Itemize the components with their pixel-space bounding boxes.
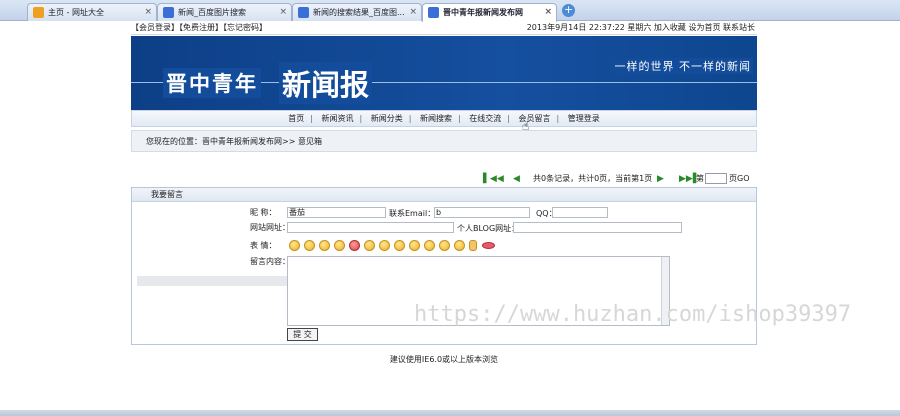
qq-input[interactable] bbox=[552, 207, 608, 218]
close-icon[interactable]: × bbox=[144, 7, 152, 17]
nav-home[interactable]: 首页 bbox=[288, 114, 304, 123]
tab-label: 主页 - 网址大全 bbox=[48, 8, 104, 17]
emoticon-grin-icon[interactable] bbox=[304, 240, 315, 251]
emoticon-sad-icon[interactable] bbox=[409, 240, 420, 251]
blog-input[interactable] bbox=[513, 222, 682, 233]
tab-label: 新闻_百度图片搜索 bbox=[178, 8, 246, 17]
emoticon-thumb-icon[interactable] bbox=[469, 240, 477, 251]
baidu-icon bbox=[163, 7, 174, 18]
tab-label: 晋中青年报新闻发布网 bbox=[443, 8, 523, 17]
close-icon[interactable]: × bbox=[544, 7, 552, 17]
page-number-input[interactable] bbox=[705, 173, 727, 184]
new-tab-button[interactable]: + bbox=[562, 4, 575, 17]
member-links[interactable]: 【会员登录】【免费注册】【忘记密码】 bbox=[131, 21, 267, 35]
email-input[interactable]: b bbox=[434, 207, 530, 218]
emoticon-label: 表 情： bbox=[250, 241, 277, 250]
breadcrumb: 您现在的位置：晋中青年报新闻发布网>> 意见箱 bbox=[131, 130, 757, 152]
close-icon[interactable]: × bbox=[279, 7, 287, 17]
page-label-pre: 第 bbox=[696, 174, 704, 183]
blog-label: 个人BLOG网址： bbox=[457, 224, 520, 233]
nickname-input[interactable]: 番茄 bbox=[287, 207, 386, 218]
website-label: 网站网址： bbox=[250, 223, 290, 232]
website-input[interactable] bbox=[287, 222, 454, 233]
nav-chat[interactable]: 在线交流 bbox=[469, 114, 501, 123]
close-icon[interactable]: × bbox=[409, 7, 417, 17]
taskbar bbox=[0, 410, 900, 416]
emoticon-smile-icon[interactable] bbox=[289, 240, 300, 251]
tab-label: 新闻的搜索结果_百度图... bbox=[313, 8, 405, 17]
emoticon-cool-icon[interactable] bbox=[394, 240, 405, 251]
form-header: 我要留言 bbox=[132, 188, 756, 202]
browser-tab-bar: 主页 - 网址大全 × 新闻_百度图片搜索 × 新闻的搜索结果_百度图... ×… bbox=[0, 0, 900, 22]
watermark-text: https://www.huzhan.com/ishop39397 bbox=[414, 302, 852, 327]
emoticon-surprise-icon[interactable] bbox=[364, 240, 375, 251]
home-icon bbox=[33, 7, 44, 18]
main-nav: 首页 | 新闻资讯 | 新闻分类 | 新闻搜索 | 在线交流 | 会员留言 | 管理登录 bbox=[131, 110, 757, 127]
tab-baidu-search[interactable]: 新闻的搜索结果_百度图... × bbox=[292, 3, 422, 21]
page-go-link[interactable]: 页GO bbox=[729, 172, 750, 186]
footer-note: 建议使用IE6.0或以上版本浏览 bbox=[389, 355, 499, 364]
emoticon-laugh-icon[interactable] bbox=[319, 240, 330, 251]
nav-categories[interactable]: 新闻分类 bbox=[371, 114, 403, 123]
tab-baidu-images[interactable]: 新闻_百度图片搜索 × bbox=[157, 3, 292, 21]
emoticon-angry-icon[interactable] bbox=[349, 240, 360, 251]
emoticon-lips-icon[interactable] bbox=[482, 242, 495, 249]
tab-news-site[interactable]: 晋中青年报新闻发布网 × bbox=[422, 3, 557, 22]
email-label: 联系Email： bbox=[389, 209, 436, 218]
pager-summary: 共0条记录，共计0页，当前第1页 bbox=[533, 174, 653, 183]
emoticon-tongue-icon[interactable] bbox=[379, 240, 390, 251]
emoticon-cry-icon[interactable] bbox=[454, 240, 465, 251]
content-label: 留言内容： bbox=[250, 257, 290, 266]
prev-page-icon[interactable]: ◀ bbox=[513, 174, 520, 184]
top-info-bar: 【会员登录】【免费注册】【忘记密码】 2013年9月14日 22:37:22 星… bbox=[131, 21, 757, 35]
nav-admin[interactable]: 管理登录 bbox=[568, 114, 600, 123]
date-and-links[interactable]: 2013年9月14日 22:37:22 星期六 加入收藏 设为首页 联系站长 bbox=[527, 21, 755, 35]
submit-button[interactable]: 提 交 bbox=[287, 328, 318, 341]
banner-title-small: 晋中青年 bbox=[163, 68, 261, 98]
emoticon-wink-icon[interactable] bbox=[334, 240, 345, 251]
next-page-icon[interactable]: ▶ bbox=[657, 174, 664, 184]
nickname-label: 昵 称： bbox=[250, 208, 277, 217]
nav-search[interactable]: 新闻搜索 bbox=[420, 114, 452, 123]
baidu-icon bbox=[298, 7, 309, 18]
banner-slogan: 一样的世界 不一样的新闻 bbox=[612, 58, 753, 74]
tab-home[interactable]: 主页 - 网址大全 × bbox=[27, 3, 157, 21]
first-page-icon[interactable]: ▌◀◀ bbox=[483, 174, 504, 184]
banner-title-large: 新闻报 bbox=[279, 62, 373, 104]
emoticon-shy-icon[interactable] bbox=[424, 240, 435, 251]
emoticon-sleepy-icon[interactable] bbox=[439, 240, 450, 251]
nav-news[interactable]: 新闻资讯 bbox=[322, 114, 354, 123]
page-icon bbox=[428, 7, 439, 18]
pager: ▌◀◀ ◀ 共0条记录，共计0页，当前第1页 ▶ ▶▶▌ 第 页GO bbox=[481, 172, 757, 186]
mouse-cursor-icon: ☝ bbox=[522, 119, 530, 133]
